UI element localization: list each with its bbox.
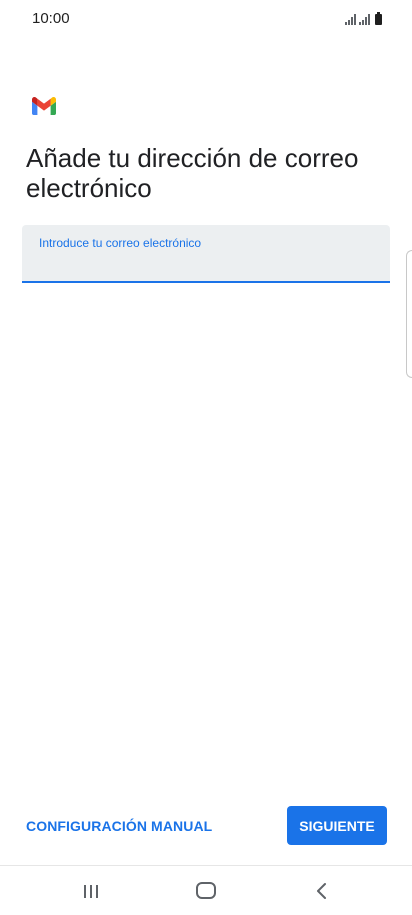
signal-strength-icon-2 — [359, 13, 370, 25]
edge-panel-handle[interactable] — [406, 250, 412, 378]
manual-config-button[interactable]: CONFIGURACIÓN MANUAL — [22, 806, 216, 846]
email-input[interactable] — [38, 253, 368, 275]
status-time: 10:00 — [32, 10, 70, 27]
battery-icon — [375, 12, 382, 25]
signal-strength-icon — [345, 13, 356, 25]
home-icon[interactable] — [196, 882, 216, 899]
next-button[interactable]: SIGUIENTE — [287, 806, 387, 845]
navigation-bar — [0, 865, 412, 915]
back-icon[interactable] — [310, 879, 334, 903]
status-icons — [345, 11, 382, 25]
recents-icon[interactable] — [76, 880, 106, 902]
email-field[interactable]: Introduce tu correo electrónico — [22, 225, 390, 283]
status-bar: 10:00 — [0, 0, 412, 36]
gmail-logo-icon — [32, 97, 56, 115]
page-title: Añade tu dirección de correo electrónico — [26, 143, 359, 203]
email-field-label: Introduce tu correo electrónico — [39, 236, 202, 250]
